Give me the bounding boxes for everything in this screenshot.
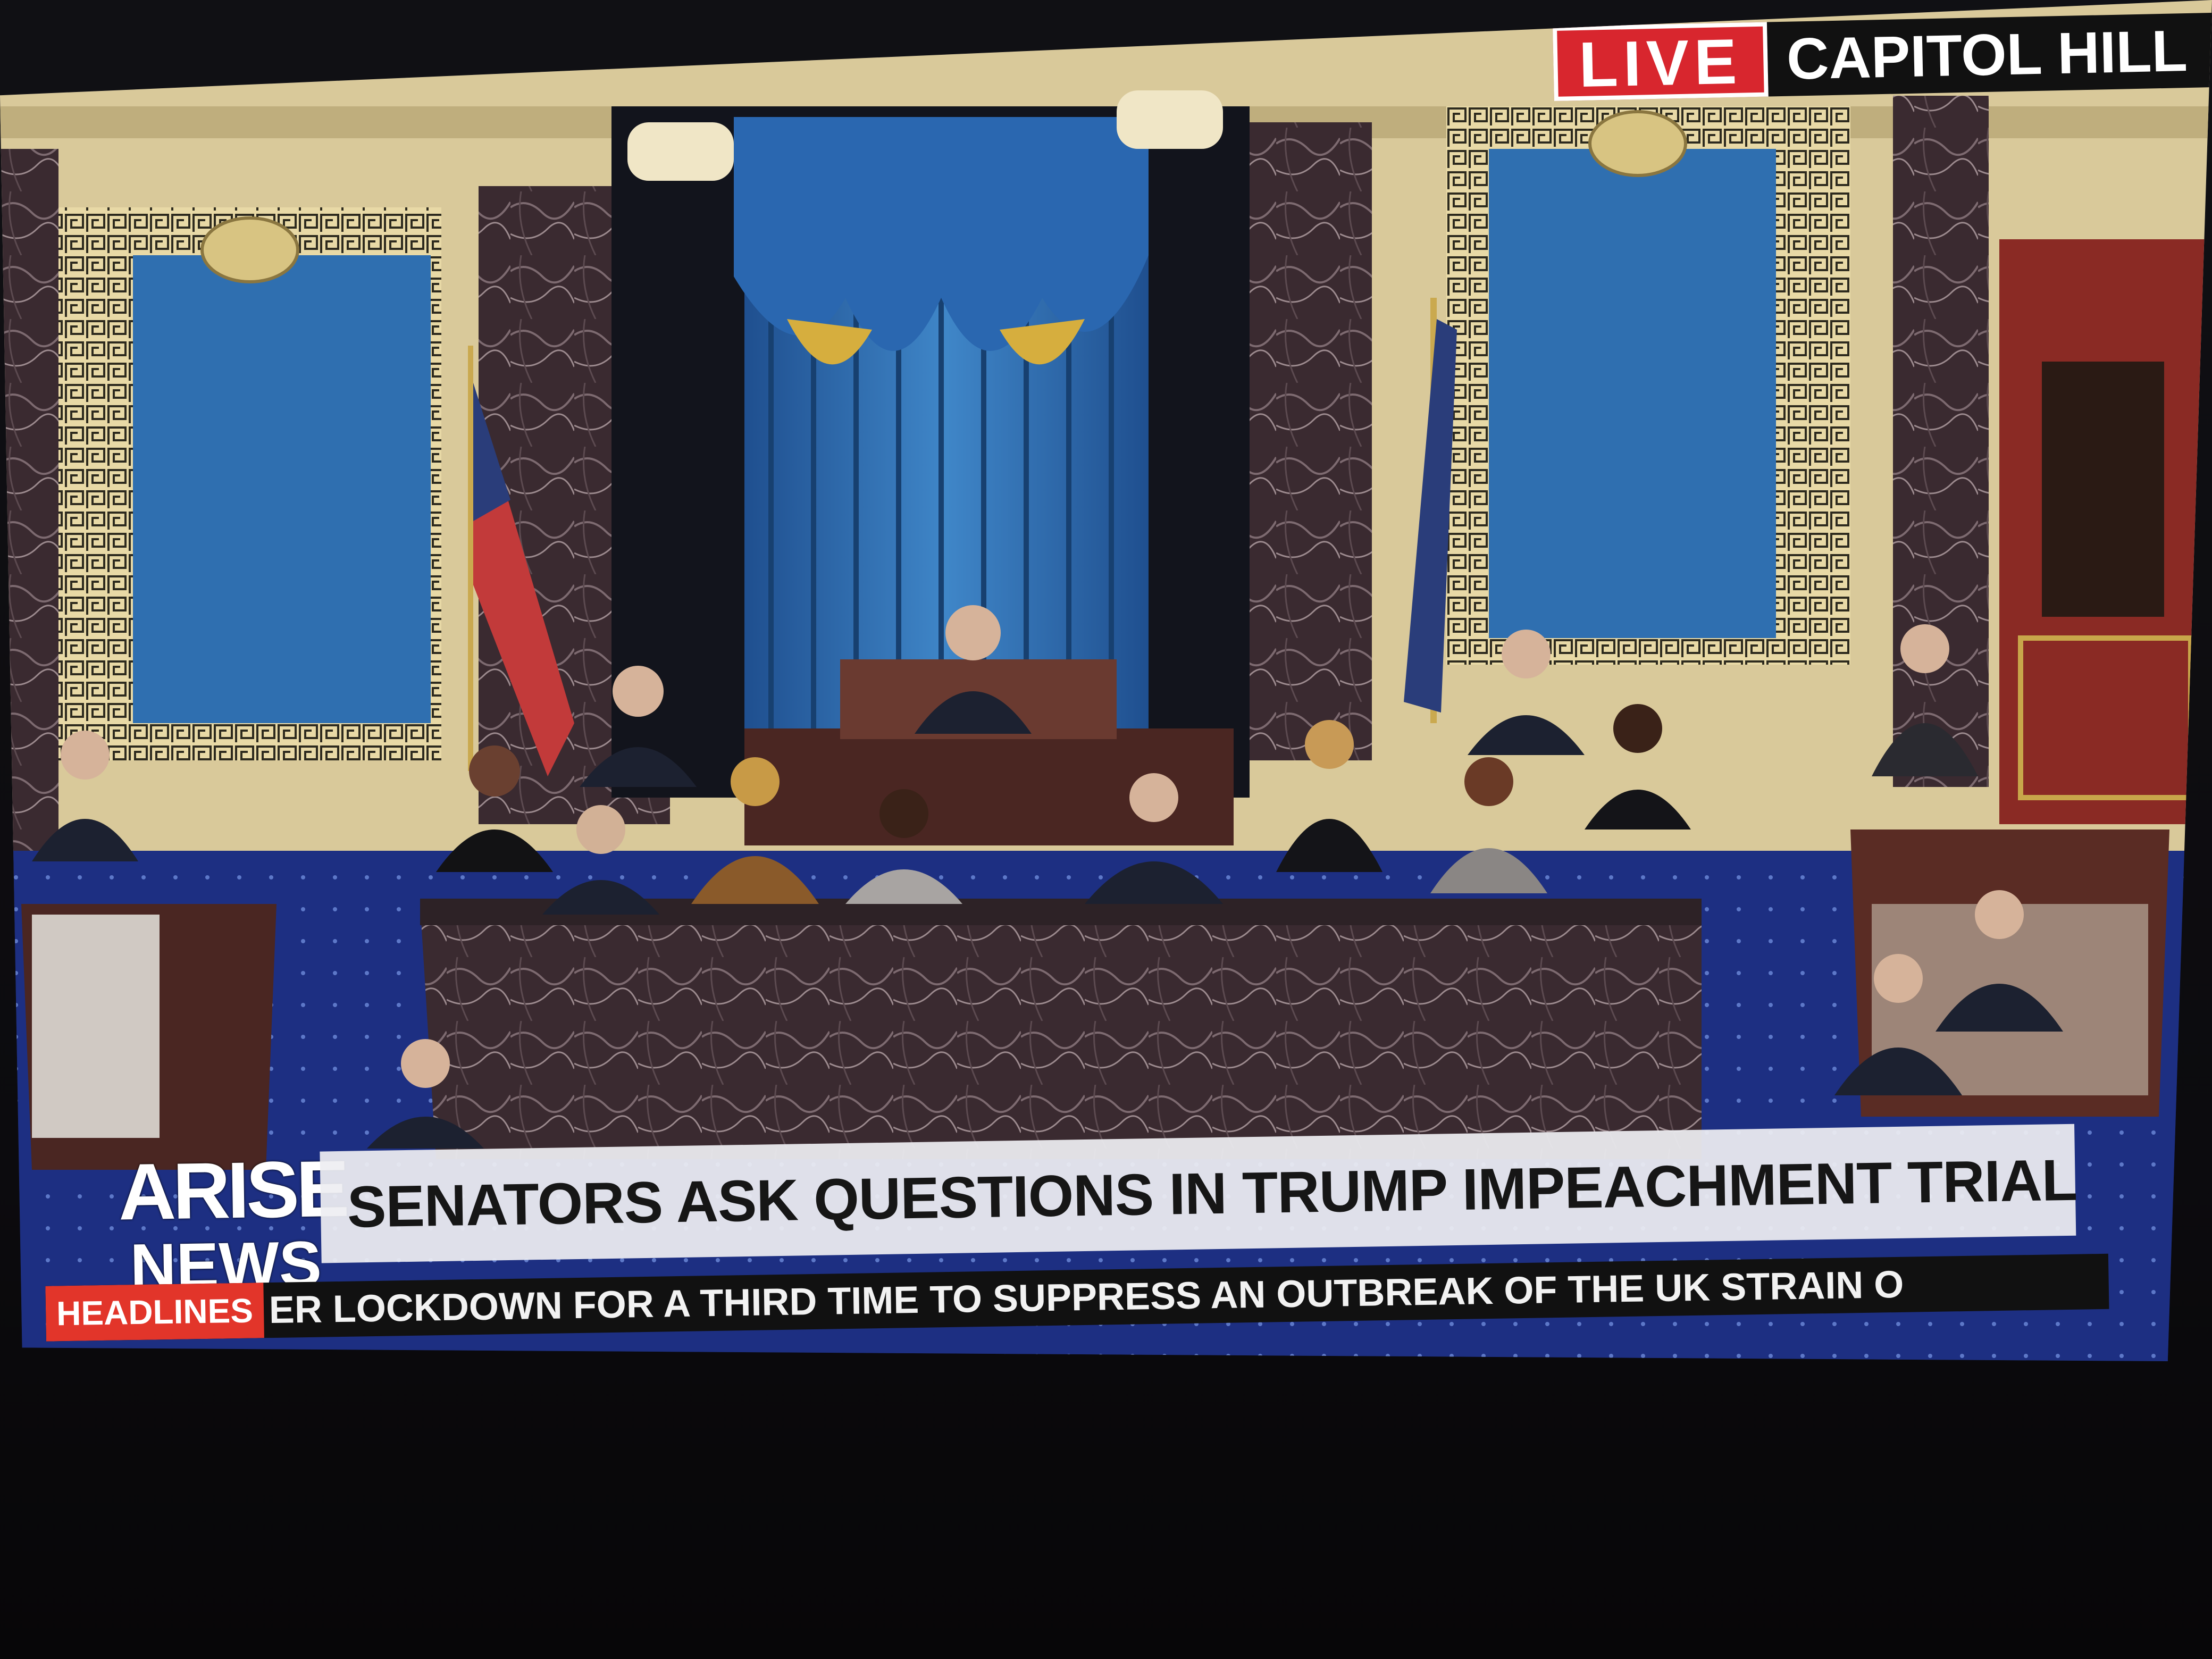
logo-line-1: ARISE xyxy=(118,1143,347,1237)
live-badge: LIVE xyxy=(1553,22,1769,101)
tv-bezel: LIVE CAPITOL HILL ARISE NEWS SENATORS AS… xyxy=(0,0,2212,1659)
live-bug: LIVE CAPITOL HILL xyxy=(1553,12,2212,101)
location-label: CAPITOL HILL xyxy=(1766,12,2212,97)
lower-third: ARISE NEWS SENATORS ASK QUESTIONS IN TRU… xyxy=(0,1071,2212,1342)
tv-screen: LIVE CAPITOL HILL ARISE NEWS SENATORS AS… xyxy=(0,0,2212,1361)
headline-bar: SENATORS ASK QUESTIONS IN TRUMP IMPEACHM… xyxy=(320,1124,2077,1263)
headline-text: SENATORS ASK QUESTIONS IN TRUMP IMPEACHM… xyxy=(347,1147,2077,1240)
ticker-label: HEADLINES xyxy=(45,1283,264,1342)
